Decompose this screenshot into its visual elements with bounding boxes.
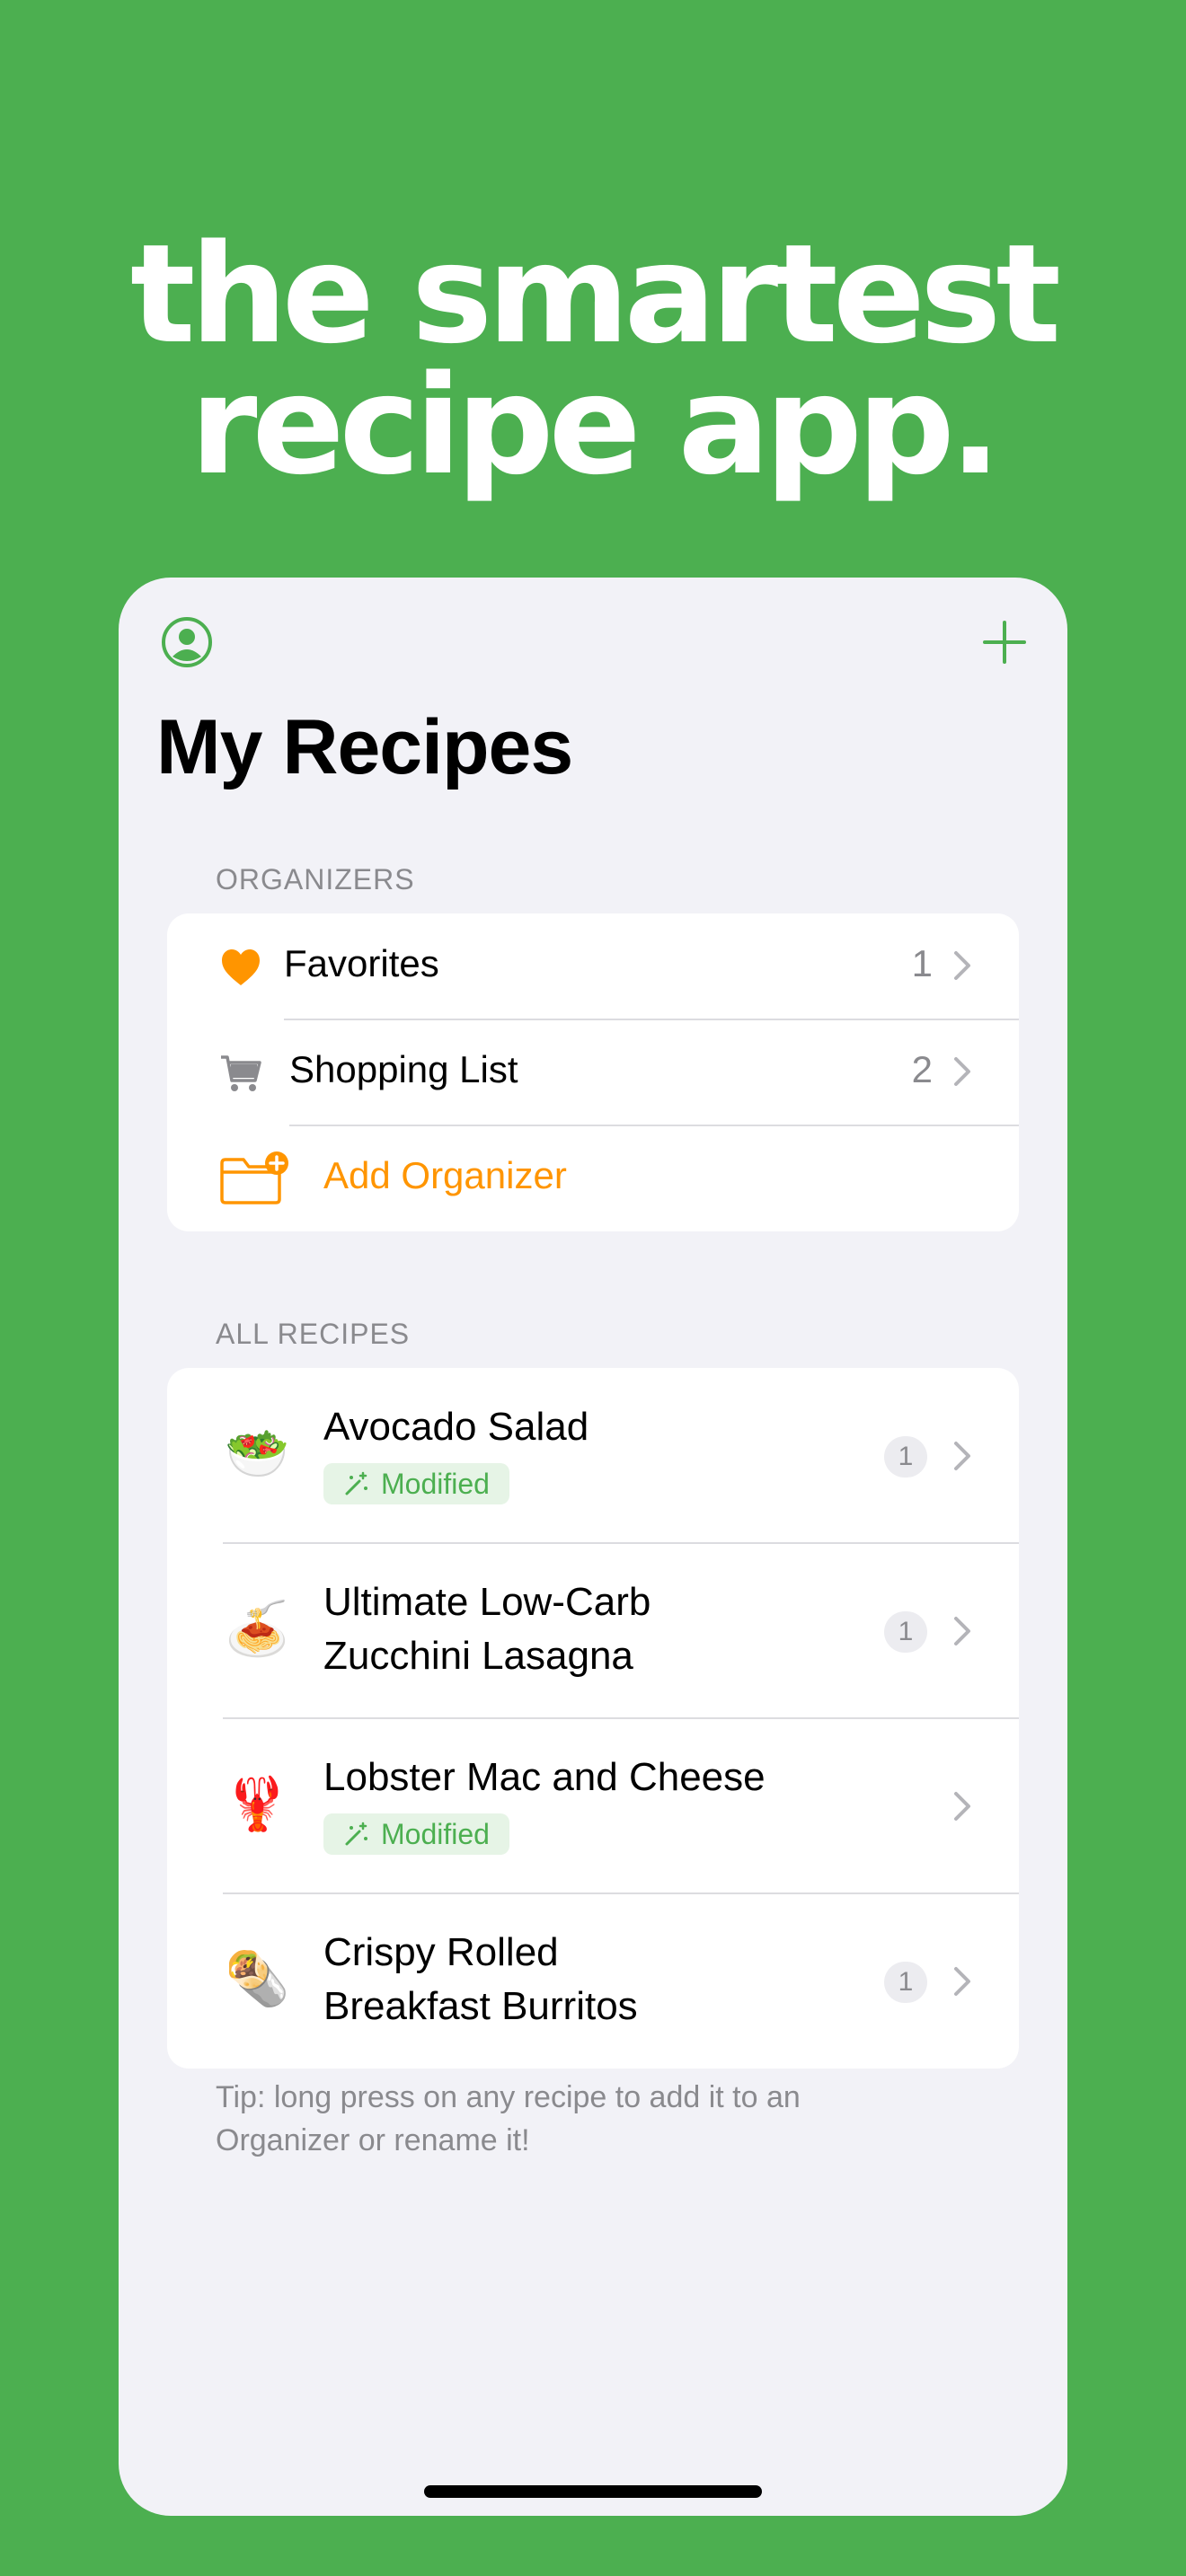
add-recipe-button[interactable] <box>978 615 1031 669</box>
page-title: My Recipes <box>156 704 573 790</box>
badge-label: Modified <box>381 1468 490 1500</box>
organizer-label: Favorites <box>284 942 439 984</box>
chevron-right-icon <box>954 1057 970 1086</box>
chevron-right-icon <box>954 1617 970 1645</box>
all-recipes-header: ALL RECIPES <box>216 1318 411 1350</box>
recipe-name: Lobster Mac and Cheese <box>323 1755 766 1799</box>
recipe-name-line-1: Ultimate Low-Carb <box>323 1580 651 1624</box>
magic-wand-icon <box>345 1471 367 1495</box>
recipes-card: 🥗 Avocado Salad Modified 1 🍝 Ultimate Lo… <box>167 1368 1019 2069</box>
recipe-thumbnail: 🥗 <box>225 1425 290 1483</box>
profile-button[interactable] <box>160 615 214 669</box>
modified-badge: Modified <box>323 1463 509 1504</box>
recipe-count: 1 <box>884 1436 927 1478</box>
organizer-favorites[interactable]: Favorites 1 <box>167 913 1019 1019</box>
person-circle-icon <box>162 617 212 667</box>
headline-line-1: the smartest <box>129 215 1061 374</box>
phone-screen: My Recipes ORGANIZERS Favorites 1 Shoppi… <box>119 578 1067 2516</box>
plus-icon <box>983 621 1026 664</box>
recipe-name-line-1: Crispy Rolled <box>323 1930 559 1974</box>
recipe-row-zucchini-lasagna[interactable]: 🍝 Ultimate Low-Carb Zucchini Lasagna 1 <box>167 1543 1019 1718</box>
add-organizer-button[interactable]: Add Organizer <box>167 1125 1019 1231</box>
headline-line-2: recipe app. <box>190 346 1002 505</box>
modified-badge: Modified <box>323 1813 509 1855</box>
chevron-right-icon <box>954 1792 970 1821</box>
folder-add-icon <box>220 1151 288 1204</box>
organizer-count: 1 <box>911 942 933 984</box>
organizers-header: ORGANIZERS <box>216 863 415 895</box>
recipe-name-line-2: Zucchini Lasagna <box>323 1634 633 1678</box>
recipe-row-lobster-mac[interactable]: 🦞 Lobster Mac and Cheese Modified <box>167 1718 1019 1893</box>
organizer-label: Shopping List <box>289 1048 518 1090</box>
recipe-row-breakfast-burritos[interactable]: 🌯 Crispy Rolled Breakfast Burritos 1 <box>167 1893 1019 2069</box>
recipe-thumbnail: 🍝 <box>225 1600 290 1658</box>
home-indicator[interactable] <box>424 2485 762 2498</box>
chevron-right-icon <box>954 1967 970 1996</box>
magic-wand-icon <box>345 1822 367 1846</box>
recipe-thumbnail: 🌯 <box>225 1950 290 2008</box>
badge-label: Modified <box>381 1818 490 1850</box>
recipe-thumbnail: 🦞 <box>225 1775 290 1833</box>
cart-icon <box>221 1055 261 1091</box>
recipe-name: Avocado Salad <box>323 1405 589 1449</box>
chevron-right-icon <box>954 1442 970 1470</box>
headline: the smartest recipe app. <box>0 215 1186 505</box>
organizer-shopping-list[interactable]: Shopping List 2 <box>167 1019 1019 1125</box>
heart-icon <box>222 949 260 985</box>
add-organizer-label: Add Organizer <box>323 1154 567 1196</box>
organizers-card: Favorites 1 Shopping List 2 Add Organize… <box>167 913 1019 1231</box>
chevron-right-icon <box>954 951 970 980</box>
recipe-name-line-2: Breakfast Burritos <box>323 1984 638 2028</box>
organizer-count: 2 <box>911 1048 933 1090</box>
tip-text: Tip: long press on any recipe to add it … <box>216 2080 801 2157</box>
recipe-row-avocado-salad[interactable]: 🥗 Avocado Salad Modified 1 <box>167 1368 1019 1543</box>
recipe-count: 1 <box>884 1962 927 2003</box>
recipe-count: 1 <box>884 1611 927 1653</box>
